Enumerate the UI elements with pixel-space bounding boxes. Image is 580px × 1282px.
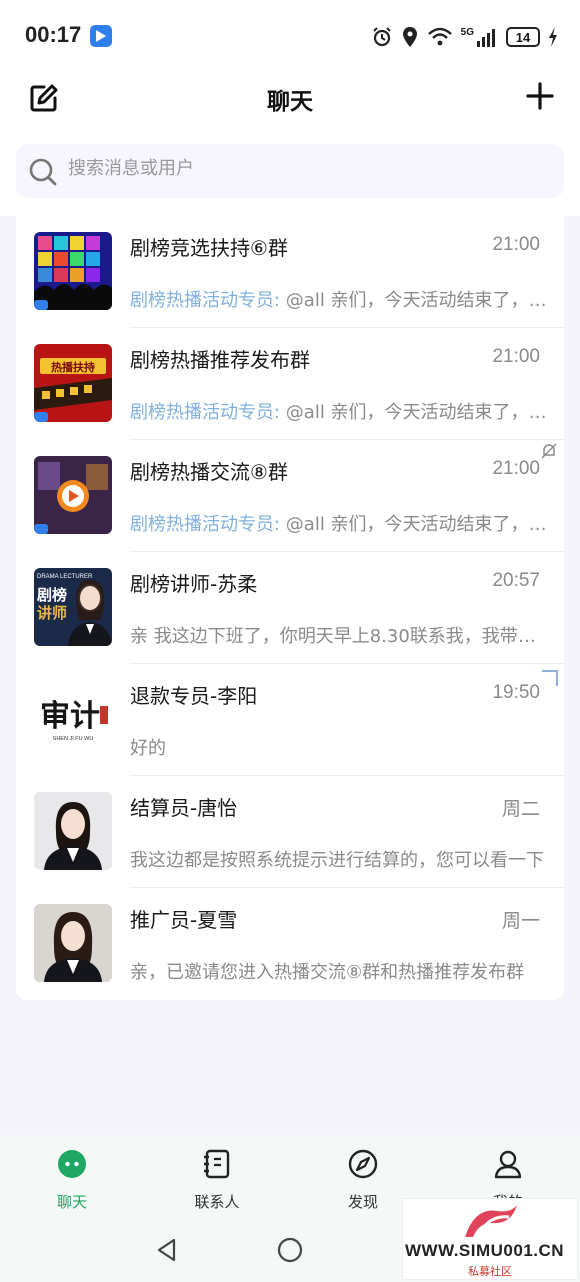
tab-label: 聊天	[56, 1193, 87, 1211]
chat-preview: 剧榜热播活动专员: @all 亲们，今天活动结束了，感谢大家的参与	[130, 286, 550, 312]
chat-item-2[interactable]: 剧榜热播交流⑧群 21:00 剧榜热播活动专员: @all 亲们，今天活动结束了…	[16, 440, 564, 552]
mute-icon	[541, 443, 557, 459]
location-icon	[402, 27, 417, 47]
watermark-subtext: 私募社区	[468, 1265, 512, 1278]
message-text: 亲 我这边下班了，你明天早上8.30联系我，我带你做	[130, 626, 550, 647]
chat-preview: 亲 我这边下班了，你明天早上8.30联系我，我带你做	[130, 622, 550, 648]
add-icon[interactable]	[524, 80, 556, 112]
pinned-corner-icon	[542, 670, 558, 686]
status-icons: 5G 14	[371, 24, 558, 50]
charging-icon	[549, 27, 557, 47]
top-bar: 聊天	[0, 74, 580, 140]
message-text: 好的	[130, 738, 166, 759]
chat-preview: 亲，已邀请您进入热播交流⑧群和热播推荐发布群	[130, 958, 550, 984]
chat-preview: 剧榜热播活动专员: @all 亲们，今天活动结束了，感谢大家的参与	[130, 510, 550, 536]
sender-name: 剧榜热播活动专员:	[130, 514, 281, 535]
chat-preview: 好的	[130, 734, 550, 760]
avatar-title: 剧榜	[37, 586, 67, 604]
sender-name: 剧榜热播活动专员:	[130, 290, 281, 311]
back-nav-icon[interactable]	[154, 1237, 180, 1263]
user-avatar	[34, 792, 112, 870]
message-text: @all 亲们，今天活动结束了，感谢大家的参与	[285, 290, 550, 311]
search-area	[0, 140, 580, 216]
avatar-logo-sub: SHEN JI FU WU	[53, 736, 94, 742]
status-time: 00:17	[25, 22, 82, 47]
tab-label: 发现	[347, 1193, 378, 1211]
person-icon	[494, 1150, 522, 1179]
chat-name: 剧榜热播交流⑧群	[130, 460, 288, 484]
chat-preview: 我这边都是按照系统提示进行结算的，您可以看一下	[130, 846, 550, 872]
chat-preview: 剧榜热播活动专员: @all 亲们，今天活动结束了，感谢大家的参与	[130, 398, 550, 424]
chat-time: 19:50	[492, 682, 540, 703]
chat-name: 退款专员-李阳	[130, 684, 258, 708]
group-avatar	[34, 456, 112, 534]
search-icon	[29, 158, 57, 186]
chat-item-5[interactable]: 结算员-唐怡 周二 我这边都是按照系统提示进行结算的，您可以看一下	[16, 776, 564, 888]
tab-label: 联系人	[194, 1193, 240, 1211]
avatar-caption: DRAMA LECTURER	[37, 574, 93, 580]
avatar-subtitle: 讲师	[37, 604, 67, 622]
group-avatar	[34, 232, 112, 310]
sender-name: 剧榜热播活动专员:	[130, 402, 281, 423]
chat-item-0[interactable]: 剧榜竞选扶持⑥群 21:00 剧榜热播活动专员: @all 亲们，今天活动结束了…	[16, 216, 564, 328]
tab-discover[interactable]: 发现	[318, 1147, 408, 1212]
chat-item-6[interactable]: 推广员-夏雪 周一 亲，已邀请您进入热播交流⑧群和热播推荐发布群	[16, 888, 564, 1000]
chat-item-4[interactable]: 审计 SHEN JI FU WU 退款专员-李阳 19:50 好的	[16, 664, 564, 776]
watermark-text: WWW.SIMU001.CN	[405, 1241, 565, 1260]
user-avatar: 审计 SHEN JI FU WU	[34, 680, 112, 758]
chat-name: 结算员-唐怡	[130, 796, 238, 820]
watermark-logo-icon	[465, 1205, 517, 1237]
chat-item-3[interactable]: DRAMA LECTURER 剧榜 讲师 剧榜讲师-苏柔 20:57 亲 我这边…	[16, 552, 564, 664]
chat-name: 剧榜竞选扶持⑥群	[130, 236, 288, 260]
app-notification-icon	[90, 25, 112, 47]
avatar-banner-text: 热播扶持	[51, 360, 95, 374]
group-avatar: 热播扶持	[34, 344, 112, 422]
contacts-book-icon	[204, 1149, 230, 1179]
tab-chat[interactable]: 聊天	[27, 1147, 117, 1212]
chat-time: 21:00	[492, 458, 540, 479]
chat-list: 剧榜竞选扶持⑥群 21:00 剧榜热播活动专员: @all 亲们，今天活动结束了…	[16, 216, 564, 1000]
page-title: 聊天	[267, 89, 313, 115]
search-input[interactable]	[68, 158, 528, 179]
user-avatar: DRAMA LECTURER 剧榜 讲师	[34, 568, 112, 646]
network-type: 5G	[460, 26, 474, 38]
message-text: @all 亲们，今天活动结束了，感谢大家的参与	[285, 402, 550, 423]
user-avatar	[34, 904, 112, 982]
chat-name: 剧榜讲师-苏柔	[130, 572, 258, 596]
chat-time: 周二	[501, 799, 540, 820]
chat-time: 21:00	[492, 346, 540, 367]
message-text: 我这边都是按照系统提示进行结算的，您可以看一下	[130, 850, 544, 871]
message-text: @all 亲们，今天活动结束了，感谢大家的参与	[285, 514, 550, 535]
compass-icon	[348, 1149, 378, 1179]
search-bar[interactable]	[16, 144, 564, 198]
wifi-icon	[427, 27, 452, 46]
alarm-icon	[372, 27, 391, 47]
avatar-logo-text: 审计	[40, 699, 100, 734]
message-text: 亲，已邀请您进入热播交流⑧群和热播推荐发布群	[130, 962, 525, 983]
chat-time: 20:57	[492, 570, 540, 591]
home-nav-icon[interactable]	[277, 1237, 303, 1263]
status-bar: 00:17 5G 14	[0, 0, 580, 74]
signal-icon	[477, 29, 495, 47]
tab-contacts[interactable]: 联系人	[172, 1147, 262, 1212]
chat-bubble-icon	[58, 1150, 86, 1178]
chat-time: 周一	[501, 911, 540, 932]
battery-indicator: 14	[506, 27, 540, 47]
chat-name: 剧榜热播推荐发布群	[130, 348, 310, 372]
chat-time: 21:00	[492, 234, 540, 255]
chat-name: 推广员-夏雪	[130, 908, 238, 932]
chat-item-1[interactable]: 热播扶持 剧榜热播推荐发布群 21:00 剧榜热播活动专员: @all 亲们，今…	[16, 328, 564, 440]
watermark: WWW.SIMU001.CN 私募社区	[402, 1198, 578, 1280]
